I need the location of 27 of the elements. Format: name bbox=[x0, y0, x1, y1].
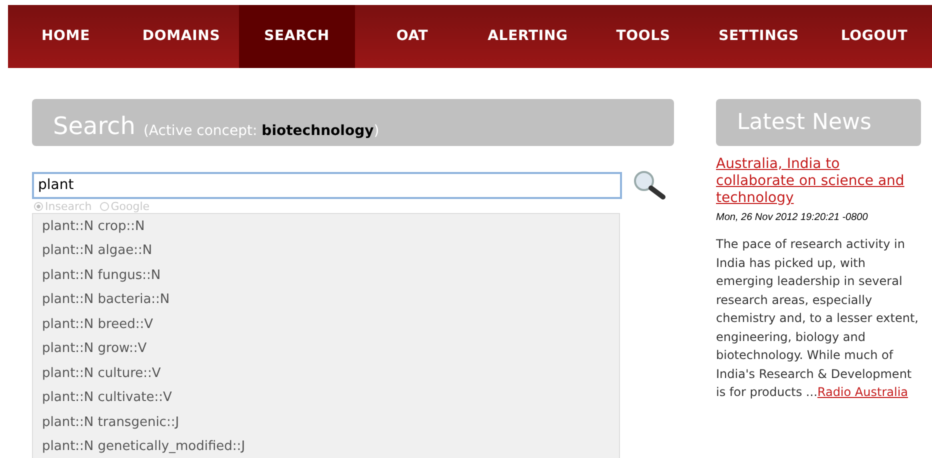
suggestion-item[interactable]: plant::N fungus::N bbox=[33, 263, 619, 288]
suggestion-item[interactable]: plant::N genetically_modified::J bbox=[33, 434, 619, 458]
news-headline-link[interactable]: Australia, India to collaborate on science and technology bbox=[716, 156, 921, 207]
nav-tab[interactable]: SEARCH bbox=[239, 5, 354, 68]
news-title: Latest News bbox=[737, 109, 872, 137]
nav-tab[interactable]: ALERTING bbox=[470, 5, 586, 68]
suggestion-item[interactable]: plant::N transgenic::J bbox=[33, 410, 619, 434]
active-concept-label: (Active concept: biotechnology) bbox=[143, 124, 380, 138]
suggestion-item[interactable]: plant::N bacteria::N bbox=[33, 288, 619, 312]
nav-tab[interactable]: LOGOUT bbox=[816, 5, 932, 68]
nav-tab[interactable]: TOOLS bbox=[586, 5, 701, 68]
search-title: Search bbox=[53, 114, 136, 138]
suggestion-item[interactable]: plant::N cultivate::V bbox=[33, 386, 619, 410]
nav-tab[interactable]: DOMAINS bbox=[124, 5, 239, 68]
suggestion-item[interactable]: plant::N grow::V bbox=[33, 336, 619, 361]
nav-tab[interactable]: HOME bbox=[8, 5, 124, 68]
search-icon[interactable] bbox=[632, 170, 666, 200]
nav-tab[interactable]: OAT bbox=[354, 5, 470, 68]
suggestion-item[interactable]: plant::N breed::V bbox=[33, 312, 619, 336]
search-field[interactable]: plant bbox=[32, 172, 622, 198]
news-date: Mon, 26 Nov 2012 19:20:21 -0800 bbox=[716, 211, 869, 225]
news-source-link[interactable]: Radio Australia bbox=[817, 385, 908, 399]
news-summary: The pace of research activity in India has picked up, with emerging leadership in several research areas, especially chemistry and, to a lesser extent, engineering, biology and biotechnology. While much of India's Research & Development is for products ...Radio Australia bbox=[716, 236, 920, 401]
suggestion-item[interactable]: plant::N culture::V bbox=[33, 361, 619, 386]
nav-tab[interactable]: SETTINGS bbox=[701, 5, 816, 68]
suggestion-item[interactable]: plant::N algae::N bbox=[33, 238, 619, 263]
suggestion-item[interactable]: plant::N crop::N bbox=[33, 214, 619, 238]
